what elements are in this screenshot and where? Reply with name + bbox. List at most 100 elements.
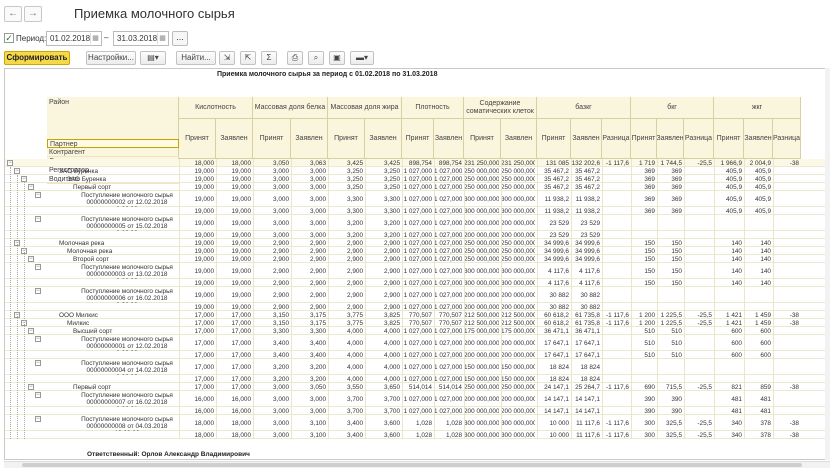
print-button[interactable]: ⎙ [287, 51, 303, 65]
table-cell: 300 000,000 [464, 208, 499, 215]
table-cell: 17,000 [231, 364, 251, 371]
tree-collapse-icon[interactable]: − [35, 288, 41, 294]
sum-icon: Σ [266, 53, 272, 62]
table-cell: 2,900 [384, 240, 400, 247]
tree-collapse-icon[interactable]: − [28, 328, 34, 334]
table-cell: 14 147,1 [575, 396, 600, 403]
period-select-button[interactable]: ... [172, 31, 188, 46]
back-button[interactable]: ← [4, 6, 22, 22]
settings-button[interactable]: Настройки... [86, 51, 136, 65]
find-button[interactable]: Найти... [176, 51, 216, 65]
column-divider [179, 159, 180, 439]
table-cell: 3,000 [273, 432, 289, 439]
table-cell: 770,507 [408, 320, 432, 327]
table-cell: 3,400 [310, 340, 326, 347]
table-cell: 3,100 [310, 432, 326, 439]
tree-collapse-icon[interactable]: − [14, 168, 20, 174]
table-cell: 1 027,000 [403, 256, 432, 263]
table-cell: 2,900 [310, 292, 326, 299]
tree-collapse-icon[interactable]: − [28, 256, 34, 262]
table-cell: 212 500,000 [501, 320, 535, 327]
row-label: Поступление молочного сырья 00000000006 … [81, 288, 173, 303]
table-cell: 14 147,1 [544, 396, 569, 403]
table-cell: 140 [731, 256, 742, 263]
calendar-icon[interactable]: ▦ [90, 33, 100, 44]
group-header-label: Район [49, 99, 69, 106]
generate-button[interactable]: Сформировать [4, 51, 70, 65]
row-label: ЗАО Буренка [67, 176, 107, 183]
table-cell: 3,175 [310, 312, 326, 319]
period-checkbox[interactable]: ✓ [4, 33, 14, 43]
row-label: Поступление молочного сырья 00000000005 … [81, 216, 173, 231]
table-cell: 300 000,000 [464, 280, 499, 287]
table-cell: 212 500,000 [464, 312, 499, 319]
more-button[interactable]: ▬▾ [350, 51, 374, 65]
table-cell: 34 999,6 [544, 240, 569, 247]
table-cell: 17,000 [231, 384, 251, 391]
tree-guide-line [17, 175, 18, 439]
table-cell: 34 999,6 [544, 256, 569, 263]
period-to-field[interactable]: 31.03.2018 ▦ [113, 31, 169, 46]
table-cell: 3,400 [347, 432, 363, 439]
horizontal-scrollbar[interactable] [4, 461, 830, 468]
table-cell: 250 000,000 [464, 384, 499, 391]
table-cell: 300 000,000 [464, 196, 499, 203]
table-cell: 859 [760, 384, 771, 391]
row-label: ЗАО Буренка [59, 168, 99, 175]
tree-collapse-icon[interactable]: − [35, 392, 41, 398]
table-cell: 19,000 [231, 232, 251, 239]
table-cell: 60 618,2 [544, 312, 569, 319]
table-cell: 34 999,6 [575, 240, 600, 247]
sum-button[interactable]: Σ [261, 51, 277, 65]
table-cell: 1 027,000 [403, 248, 432, 255]
tree-collapse-icon[interactable]: − [35, 192, 41, 198]
table-cell: 200 000,000 [501, 408, 535, 415]
table-cell: 300 000,000 [464, 420, 499, 427]
table-cell: 140 [760, 248, 771, 255]
tree-collapse-icon[interactable]: − [35, 264, 41, 270]
table-cell: 140 [731, 268, 742, 275]
table-cell: 23 529 [580, 232, 600, 239]
table-cell: 600 [760, 340, 771, 347]
save-icon: ▣ [333, 53, 341, 62]
scroll-thumb[interactable] [22, 463, 802, 467]
table-cell: 300 000,000 [501, 432, 535, 439]
tree-collapse-icon[interactable]: − [35, 336, 41, 342]
column-divider [657, 159, 658, 439]
tree-collapse-icon[interactable]: − [35, 416, 41, 422]
forward-button[interactable]: → [24, 6, 42, 22]
table-cell: 3,300 [384, 196, 400, 203]
table-cell: 18 824 [580, 364, 600, 371]
period-bar: ✓ Период: 01.02.2018 ▦ – 31.03.2018 ▦ ..… [0, 30, 830, 48]
save-button[interactable]: ▣ [329, 51, 345, 65]
period-from-field[interactable]: 01.02.2018 ▦ [46, 31, 102, 46]
tree-collapse-icon[interactable]: − [28, 384, 34, 390]
tree-collapse-icon[interactable]: − [35, 360, 41, 366]
table-cell: 2,900 [347, 256, 363, 263]
preview-button[interactable]: ⌕ [308, 51, 324, 65]
table-cell: 3,775 [347, 320, 363, 327]
table-cell: 390 [671, 396, 682, 403]
vertical-scrollbar[interactable] [825, 68, 830, 460]
grouping-item[interactable]: Партнер [47, 139, 179, 148]
column-divider [571, 159, 572, 439]
calendar-icon[interactable]: ▦ [157, 33, 167, 44]
variant-button[interactable]: ▤▾ [140, 51, 166, 65]
table-cell: 300 000,000 [501, 196, 535, 203]
tree-collapse-icon[interactable]: − [7, 160, 13, 166]
table-cell: 2,900 [273, 304, 289, 311]
tree-collapse-icon[interactable]: − [28, 184, 34, 190]
column-sub-header: Разница [773, 119, 801, 159]
table-cell: 1 027,000 [434, 396, 462, 403]
collapse-button[interactable]: ⇱ [240, 51, 256, 65]
table-cell: 17,000 [194, 328, 214, 335]
table-cell: 61 735,8 [575, 320, 600, 327]
grouping-item[interactable]: Контрагент [47, 148, 179, 157]
table-cell: 369 [644, 184, 655, 191]
row-label: Первый сорт [73, 184, 112, 191]
report-area[interactable]: Приемка молочного сырья за период с 01.0… [4, 68, 830, 460]
tree-collapse-icon[interactable]: − [35, 216, 41, 222]
table-cell: 4 117,6 [548, 280, 569, 287]
expand-button[interactable]: ⇲ [219, 51, 235, 65]
table-cell: 4,000 [347, 328, 363, 335]
